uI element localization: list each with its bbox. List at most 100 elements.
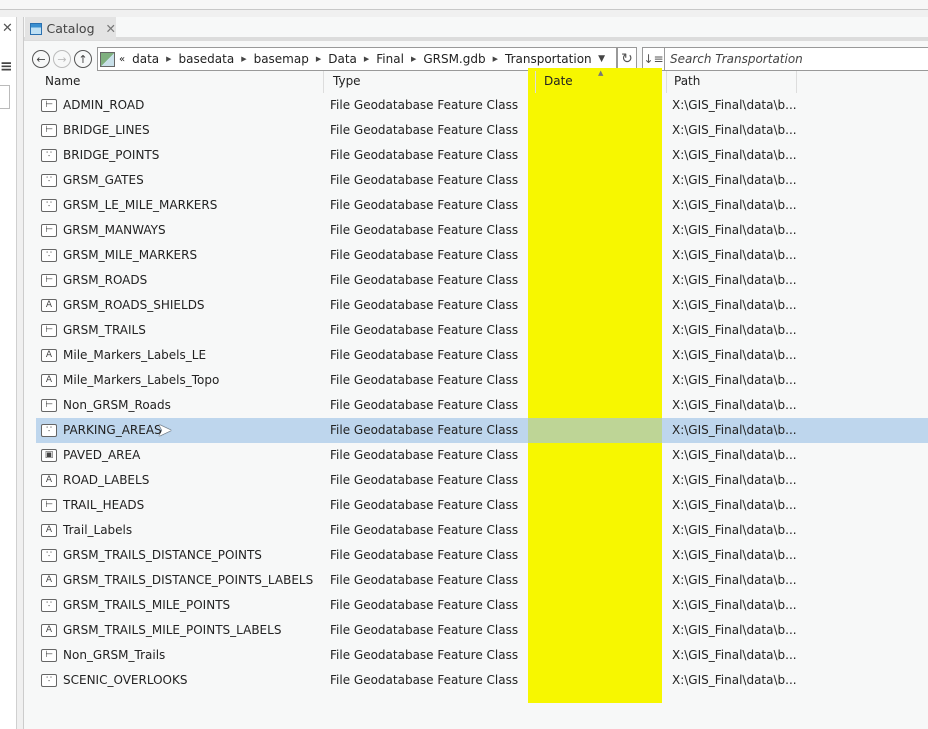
crumb[interactable]: GRSM.gdb [423, 52, 485, 66]
row-type: File Geodatabase Feature Class [330, 623, 519, 637]
chevron-right-icon[interactable]: ▶ [493, 55, 498, 63]
line-feature-class-icon: ⊢ [41, 499, 57, 512]
crumb[interactable]: data [132, 52, 159, 66]
row-name: GRSM_TRAILS [63, 323, 146, 337]
left-pane: ✕ ≡ [0, 17, 17, 729]
geodatabase-icon [100, 51, 115, 67]
row-name: GRSM_MANWAYS [63, 223, 166, 237]
table-row[interactable]: ∵ GRSM_LE_MILE_MARKERS File Geodatabase … [24, 193, 928, 218]
forward-button[interactable]: → [53, 50, 71, 68]
row-name: Mile_Markers_Labels_LE [63, 348, 207, 362]
row-name: ADMIN_ROAD [63, 98, 145, 112]
table-row[interactable]: A Trail_Labels File Geodatabase Feature … [24, 518, 928, 543]
up-button[interactable]: ↑ [74, 50, 92, 68]
row-path: X:\GIS_Final\data\b... [672, 473, 797, 487]
point-feature-class-icon: ∵ [41, 674, 57, 687]
table-row[interactable]: ∵ GRSM_MILE_MARKERS File Geodatabase Fea… [24, 243, 928, 268]
row-path: X:\GIS_Final\data\b... [672, 323, 797, 337]
row-path: X:\GIS_Final\data\b... [672, 98, 797, 112]
column-name[interactable]: Name [39, 71, 324, 93]
column-path[interactable]: Path [668, 71, 797, 93]
row-path: X:\GIS_Final\data\b... [672, 523, 797, 537]
table-row[interactable]: A Mile_Markers_Labels_Topo File Geodatab… [24, 368, 928, 393]
chevron-down-icon[interactable]: ▼ [598, 54, 605, 64]
column-type[interactable]: Type [327, 71, 536, 93]
chevron-right-icon[interactable]: ▶ [166, 55, 171, 63]
table-row[interactable]: A GRSM_TRAILS_MILE_POINTS_LABELS File Ge… [24, 618, 928, 643]
annotation-feature-class-icon: A [41, 574, 57, 587]
row-type: File Geodatabase Feature Class [330, 148, 519, 162]
table-row[interactable]: A GRSM_TRAILS_DISTANCE_POINTS_LABELS Fil… [24, 568, 928, 593]
chevron-right-icon[interactable]: ▶ [364, 55, 369, 63]
back-button[interactable]: ← [32, 50, 50, 68]
table-row[interactable]: ⊢ BRIDGE_LINES File Geodatabase Feature … [24, 118, 928, 143]
table-row[interactable]: A ROAD_LABELS File Geodatabase Feature C… [24, 468, 928, 493]
crumb[interactable]: Final [376, 52, 404, 66]
tab-catalog[interactable]: Catalog ✕ [25, 17, 116, 40]
table-row[interactable]: ∵ GRSM_TRAILS_MILE_POINTS File Geodataba… [24, 593, 928, 618]
table-row[interactable]: ⊢ GRSM_MANWAYS File Geodatabase Feature … [24, 218, 928, 243]
row-path: X:\GIS_Final\data\b... [672, 298, 797, 312]
table-row[interactable]: ∵ BRIDGE_POINTS File Geodatabase Feature… [24, 143, 928, 168]
row-name: Mile_Markers_Labels_Topo [63, 373, 220, 387]
row-type: File Geodatabase Feature Class [330, 198, 519, 212]
point-feature-class-icon: ∵ [41, 599, 57, 612]
row-path: X:\GIS_Final\data\b... [672, 148, 797, 162]
table-row[interactable]: ⊢ Non_GRSM_Trails File Geodatabase Featu… [24, 643, 928, 668]
row-name: GRSM_MILE_MARKERS [63, 248, 198, 262]
table-row[interactable]: ⊢ ADMIN_ROAD File Geodatabase Feature Cl… [24, 93, 928, 118]
crumb[interactable]: Transportation [505, 52, 592, 66]
row-type: File Geodatabase Feature Class [330, 273, 519, 287]
annotation-feature-class-icon: A [41, 474, 57, 487]
sort-ascending-icon: ▲ [598, 69, 604, 77]
left-dropdown[interactable] [0, 85, 10, 109]
row-name: GRSM_TRAILS_MILE_POINTS_LABELS [63, 623, 282, 637]
row-type: File Geodatabase Feature Class [330, 673, 519, 687]
row-type: File Geodatabase Feature Class [330, 173, 519, 187]
crumb[interactable]: basemap [254, 52, 309, 66]
row-path: X:\GIS_Final\data\b... [672, 448, 797, 462]
row-name: GRSM_ROADS_SHIELDS [63, 298, 205, 312]
close-tab-icon[interactable]: ✕ [106, 21, 116, 36]
table-row[interactable]: ⊢ GRSM_TRAILS File Geodatabase Feature C… [24, 318, 928, 343]
row-path: X:\GIS_Final\data\b... [672, 573, 797, 587]
overflow-icon[interactable]: « [119, 54, 125, 65]
table-row[interactable]: ⊢ TRAIL_HEADS File Geodatabase Feature C… [24, 493, 928, 518]
table-row[interactable]: ⊢ GRSM_ROADS File Geodatabase Feature Cl… [24, 268, 928, 293]
row-path: X:\GIS_Final\data\b... [672, 598, 797, 612]
table-row[interactable]: ∵ GRSM_GATES File Geodatabase Feature Cl… [24, 168, 928, 193]
mouse-cursor-icon: ➤ [157, 420, 173, 441]
item-list: ⊢ ADMIN_ROAD File Geodatabase Feature Cl… [24, 93, 928, 693]
line-feature-class-icon: ⊢ [41, 324, 57, 337]
line-feature-class-icon: ⊢ [41, 124, 57, 137]
table-row[interactable]: ⊢ Non_GRSM_Roads File Geodatabase Featur… [24, 393, 928, 418]
crumb[interactable]: basedata [179, 52, 235, 66]
table-row[interactable]: ∵ GRSM_TRAILS_DISTANCE_POINTS File Geoda… [24, 543, 928, 568]
top-strip [0, 0, 928, 10]
row-path: X:\GIS_Final\data\b... [672, 223, 797, 237]
chevron-right-icon[interactable]: ▶ [316, 55, 321, 63]
point-feature-class-icon: ∵ [41, 249, 57, 262]
annotation-feature-class-icon: A [41, 299, 57, 312]
point-feature-class-icon: ∵ [41, 424, 57, 437]
line-feature-class-icon: ⊢ [41, 274, 57, 287]
crumb[interactable]: Data [328, 52, 357, 66]
annotation-feature-class-icon: A [41, 374, 57, 387]
table-row[interactable]: ∵ SCENIC_OVERLOOKS File Geodatabase Feat… [24, 668, 928, 693]
close-icon[interactable]: ✕ [2, 21, 13, 36]
chevron-right-icon[interactable]: ▶ [411, 55, 416, 63]
table-row[interactable]: ▣ PAVED_AREA File Geodatabase Feature Cl… [24, 443, 928, 468]
menu-icon[interactable]: ≡ [0, 57, 13, 75]
row-type: File Geodatabase Feature Class [330, 598, 519, 612]
row-type: File Geodatabase Feature Class [330, 123, 519, 137]
row-path: X:\GIS_Final\data\b... [672, 273, 797, 287]
row-path: X:\GIS_Final\data\b... [672, 548, 797, 562]
row-type: File Geodatabase Feature Class [330, 373, 519, 387]
point-feature-class-icon: ∵ [41, 199, 57, 212]
nav-toolbar: ← → ↑ [32, 47, 95, 71]
chevron-right-icon[interactable]: ▶ [241, 55, 246, 63]
row-name: GRSM_LE_MILE_MARKERS [63, 198, 218, 212]
table-row[interactable]: A Mile_Markers_Labels_LE File Geodatabas… [24, 343, 928, 368]
table-row[interactable]: A GRSM_ROADS_SHIELDS File Geodatabase Fe… [24, 293, 928, 318]
search-input[interactable]: Search Transportation [665, 47, 928, 71]
